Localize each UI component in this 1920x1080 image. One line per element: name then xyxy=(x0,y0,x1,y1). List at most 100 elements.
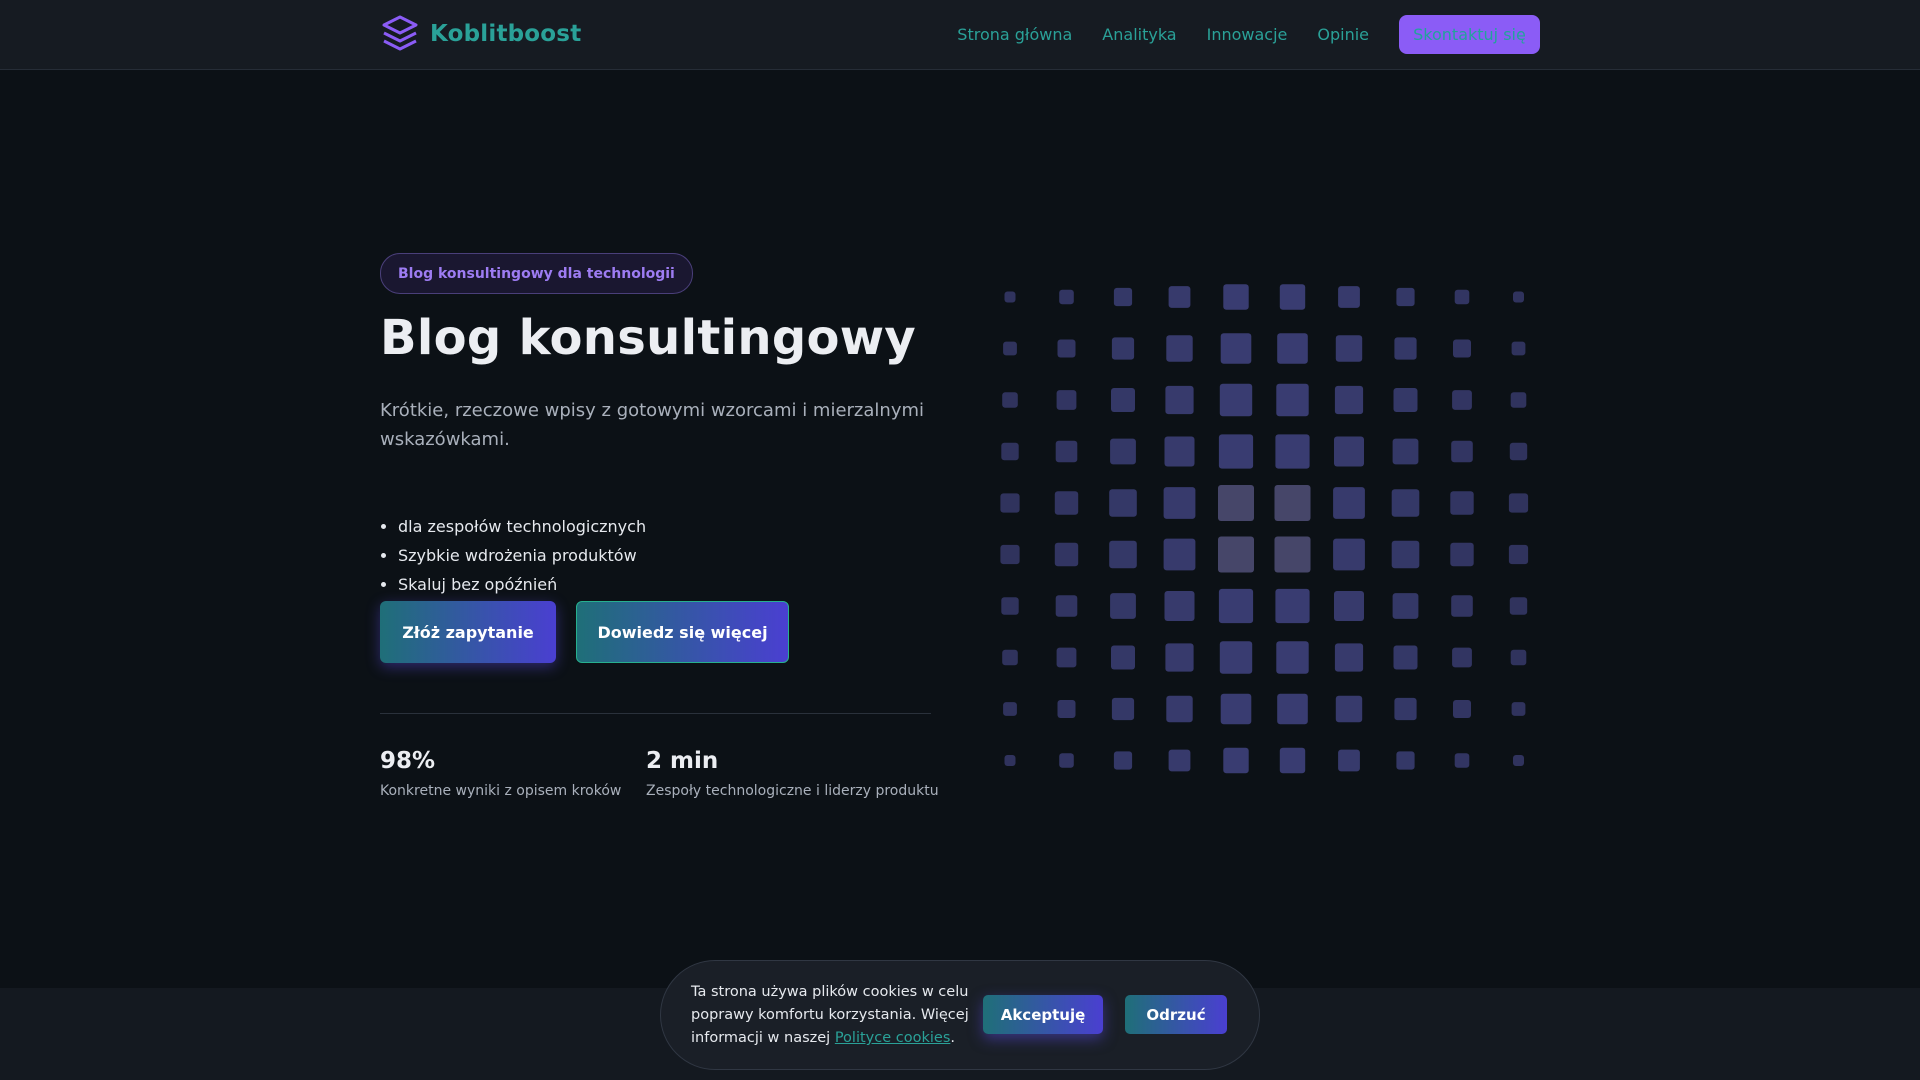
grid-square xyxy=(1056,390,1077,410)
nav-link-home[interactable]: Strona główna xyxy=(957,25,1072,44)
grid-square xyxy=(1220,693,1252,725)
grid-square xyxy=(1001,597,1019,615)
grid-square xyxy=(1391,489,1420,517)
grid-square xyxy=(1275,588,1310,624)
grid-square xyxy=(1510,649,1527,666)
stacked-layers-icon xyxy=(382,15,418,51)
grid-square xyxy=(1513,291,1524,303)
top-header: Koblitboost Strona główna Analityka Inno… xyxy=(0,0,1920,70)
grid-square xyxy=(1163,487,1196,519)
grid-square xyxy=(1393,388,1418,412)
grid-square xyxy=(1168,286,1191,308)
grid-square xyxy=(1109,540,1137,569)
grid-square xyxy=(1394,697,1417,721)
grid-square xyxy=(1338,749,1360,772)
grid-square xyxy=(1511,702,1526,716)
grid-square xyxy=(1513,755,1524,766)
grid-square xyxy=(1454,753,1470,768)
grid-square xyxy=(1451,440,1473,463)
grid-square xyxy=(1276,641,1309,674)
grid-square xyxy=(1394,337,1417,360)
nav-link-innovations[interactable]: Innowacje xyxy=(1207,25,1288,44)
grid-square xyxy=(1392,438,1419,465)
feature-item: dla zespołów technologicznych xyxy=(398,512,646,541)
grid-square xyxy=(1276,383,1309,417)
grid-square xyxy=(1219,383,1253,417)
grid-square xyxy=(1113,751,1133,770)
cookie-text: Ta strona używa plików cookies w celu po… xyxy=(691,981,981,1050)
grid-square xyxy=(1453,339,1471,358)
cookie-message-end: . xyxy=(950,1030,955,1046)
page-title: Blog konsultingowy xyxy=(380,310,917,366)
accept-cookies-button[interactable]: Akceptuję xyxy=(983,995,1103,1034)
grid-square xyxy=(1509,442,1528,461)
brand-logo[interactable]: Koblitboost xyxy=(380,14,581,54)
grid-square xyxy=(1274,485,1311,521)
grid-square xyxy=(1001,442,1019,461)
grid-square xyxy=(1452,390,1472,410)
grid-square xyxy=(1396,287,1415,307)
grid-square xyxy=(1164,436,1195,467)
grid-square xyxy=(1223,747,1249,774)
grid-square xyxy=(1002,392,1018,408)
grid-square xyxy=(1000,544,1020,565)
grid-square xyxy=(1000,493,1020,513)
stats-divider xyxy=(380,713,931,714)
grid-square xyxy=(1059,753,1074,768)
stat-value: 98% xyxy=(380,748,436,774)
grid-square xyxy=(1113,287,1133,307)
grid-square xyxy=(1165,385,1194,415)
cookie-banner: Ta strona używa plików cookies w celu po… xyxy=(660,960,1260,1070)
grid-square xyxy=(1054,491,1079,515)
reject-cookies-button[interactable]: Odrzuć xyxy=(1125,995,1227,1034)
grid-square xyxy=(1509,597,1528,615)
grid-square xyxy=(1111,337,1135,360)
stat-label: Konkretne wyniki z opisem kroków xyxy=(380,783,622,799)
grid-square xyxy=(1059,289,1074,305)
grid-square xyxy=(1003,341,1017,356)
grid-square xyxy=(1277,693,1308,725)
contact-button[interactable]: Skontaktuj się xyxy=(1399,15,1540,54)
grid-square xyxy=(1393,645,1418,670)
grid-square xyxy=(1110,593,1136,619)
grid-square xyxy=(1218,536,1254,573)
grid-square xyxy=(1453,700,1471,718)
grid-square xyxy=(1277,333,1308,364)
grid-square xyxy=(1396,751,1415,770)
grid-square xyxy=(1335,335,1363,362)
grid-square xyxy=(1508,493,1529,513)
category-badge: Blog konsultingowy dla technologii xyxy=(380,253,693,294)
grid-square xyxy=(1334,385,1364,415)
grid-square xyxy=(1002,649,1018,666)
submit-inquiry-button[interactable]: Złóż zapytanie xyxy=(380,601,556,663)
grid-square xyxy=(1218,485,1254,521)
grid-square xyxy=(1056,647,1077,668)
feature-item: Szybkie wdrożenia produktów xyxy=(398,541,646,570)
grid-square xyxy=(1223,284,1249,310)
nav-link-reviews[interactable]: Opinie xyxy=(1317,25,1369,44)
nav-link-analytics[interactable]: Analityka xyxy=(1102,25,1176,44)
grid-square xyxy=(1334,643,1364,672)
grid-square xyxy=(1511,341,1526,356)
grid-square xyxy=(1110,438,1136,465)
grid-square xyxy=(1452,647,1472,668)
grid-square xyxy=(1166,335,1193,362)
grid-square xyxy=(1218,588,1254,624)
grid-square xyxy=(1004,755,1016,766)
grid-square xyxy=(1055,440,1078,463)
stat-value: 2 min xyxy=(646,748,719,774)
grid-square xyxy=(1454,289,1470,305)
cookie-policy-link[interactable]: Polityce cookies xyxy=(835,1030,951,1046)
grid-square xyxy=(1334,591,1364,621)
main-nav: Strona główna Analityka Innowacje Opinie… xyxy=(957,0,1540,69)
grid-square xyxy=(1168,749,1191,772)
grid-square xyxy=(1163,538,1196,571)
grid-square xyxy=(1220,333,1252,364)
learn-more-button[interactable]: Dowiedz się więcej xyxy=(576,601,789,663)
grid-square xyxy=(1111,697,1135,721)
grid-square xyxy=(1508,544,1529,565)
grid-square xyxy=(1510,392,1527,408)
grid-square xyxy=(1055,595,1078,617)
grid-square xyxy=(1111,388,1135,412)
grid-square xyxy=(1218,434,1254,469)
